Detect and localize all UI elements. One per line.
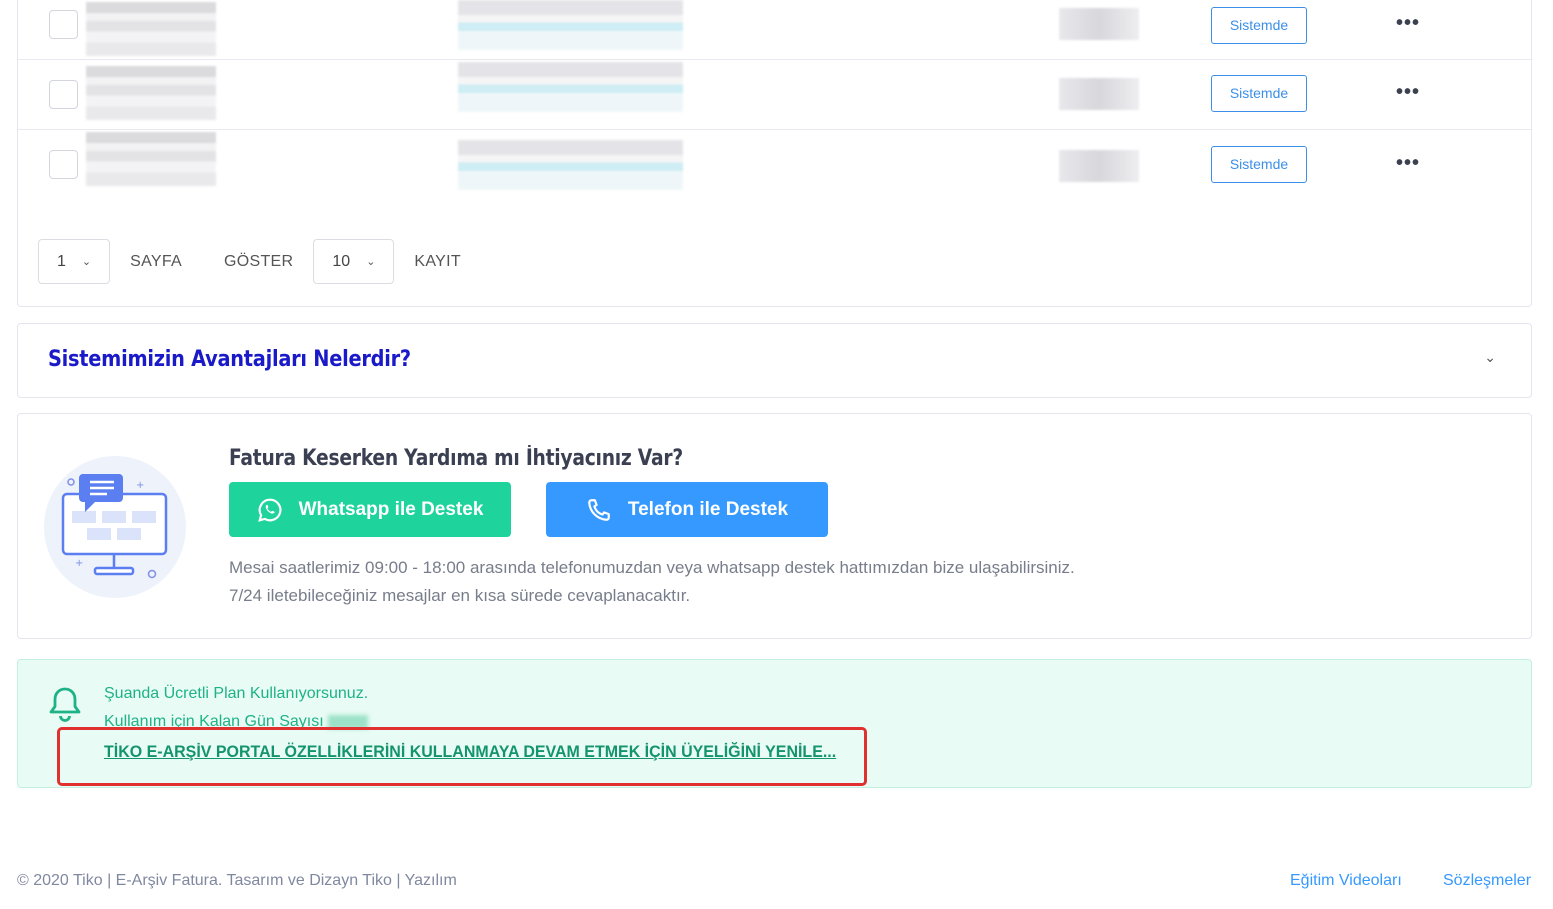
pagination: 1 ⌄ SAYFA GÖSTER 10 ⌄ KAYIT <box>38 239 461 284</box>
support-card: + + Fatura Keserken Yardıma mı İhtiyacın… <box>17 413 1532 639</box>
support-response-text: 7/24 iletebileceğiniz mesajlar en kısa s… <box>229 586 691 605</box>
redacted-details <box>458 140 683 190</box>
support-description: Mesai saatlerimiz 09:00 - 18:00 arasında… <box>229 554 1075 610</box>
records-select-value: 10 <box>332 252 351 270</box>
more-actions-icon[interactable]: ••• <box>1396 152 1420 175</box>
redacted-name <box>86 2 216 56</box>
row-checkbox[interactable] <box>49 80 78 109</box>
whatsapp-button-label: Whatsapp ile Destek <box>298 498 484 520</box>
records-per-page-select[interactable]: 10 ⌄ <box>313 239 395 284</box>
page-select-value: 1 <box>57 252 66 270</box>
status-button[interactable]: Sistemde <box>1211 75 1307 112</box>
redacted-amount <box>1059 150 1139 182</box>
redacted-amount <box>1059 78 1139 110</box>
page-select[interactable]: 1 ⌄ <box>38 239 111 284</box>
invoice-table: Sistemde ••• Sistemde ••• Sistemde ••• 1… <box>17 0 1532 307</box>
accordion-title: Sistemimizin Avantajları Nelerdir? <box>48 347 411 372</box>
more-actions-icon[interactable]: ••• <box>1396 81 1420 104</box>
highlight-box <box>57 727 867 786</box>
status-button[interactable]: Sistemde <box>1211 146 1307 183</box>
footer-copyright: © 2020 Tiko | E-Arşiv Fatura. Tasarım ve… <box>17 872 457 889</box>
svg-text:+: + <box>75 558 83 569</box>
footer-link-agreements[interactable]: Sözleşmeler <box>1443 872 1531 890</box>
page-label: SAYFA <box>130 252 183 270</box>
redacted-name <box>86 132 216 186</box>
chevron-down-icon: ⌄ <box>366 256 376 268</box>
phone-button-label: Telefon ile Destek <box>627 498 789 520</box>
row-checkbox[interactable] <box>49 10 78 39</box>
svg-text:+: + <box>136 480 144 491</box>
status-button[interactable]: Sistemde <box>1211 7 1307 44</box>
support-title: Fatura Keserken Yardıma mı İhtiyacınız V… <box>229 446 683 471</box>
whatsapp-support-button[interactable]: Whatsapp ile Destek <box>229 482 511 537</box>
table-row: Sistemde ••• <box>18 130 1531 200</box>
chevron-down-icon: ⌄ <box>1484 349 1496 365</box>
redacted-details <box>458 62 683 112</box>
phone-icon <box>588 498 610 521</box>
row-checkbox[interactable] <box>49 150 78 179</box>
table-row: Sistemde ••• <box>18 60 1531 130</box>
redacted-name <box>86 66 216 120</box>
support-hours-text: Mesai saatlerimiz 09:00 - 18:00 arasında… <box>229 558 1075 577</box>
advantages-accordion[interactable]: Sistemimizin Avantajları Nelerdir? ⌄ <box>17 323 1532 398</box>
phone-support-button[interactable]: Telefon ile Destek <box>546 482 828 537</box>
plan-status-text: Şuanda Ücretli Plan Kullanıyorsunuz. <box>104 685 369 702</box>
support-illustration-icon: + + <box>44 456 186 598</box>
more-actions-icon[interactable]: ••• <box>1396 12 1420 35</box>
show-label: GÖSTER <box>224 252 294 270</box>
table-row: Sistemde ••• <box>18 0 1531 60</box>
chevron-down-icon: ⌄ <box>81 256 92 268</box>
whatsapp-icon <box>257 498 282 522</box>
footer-link-training-videos[interactable]: Eğitim Videoları <box>1290 872 1402 890</box>
bell-icon <box>49 687 81 722</box>
redacted-details <box>458 0 683 50</box>
redacted-amount <box>1059 8 1139 40</box>
records-label: KAYIT <box>414 252 461 270</box>
